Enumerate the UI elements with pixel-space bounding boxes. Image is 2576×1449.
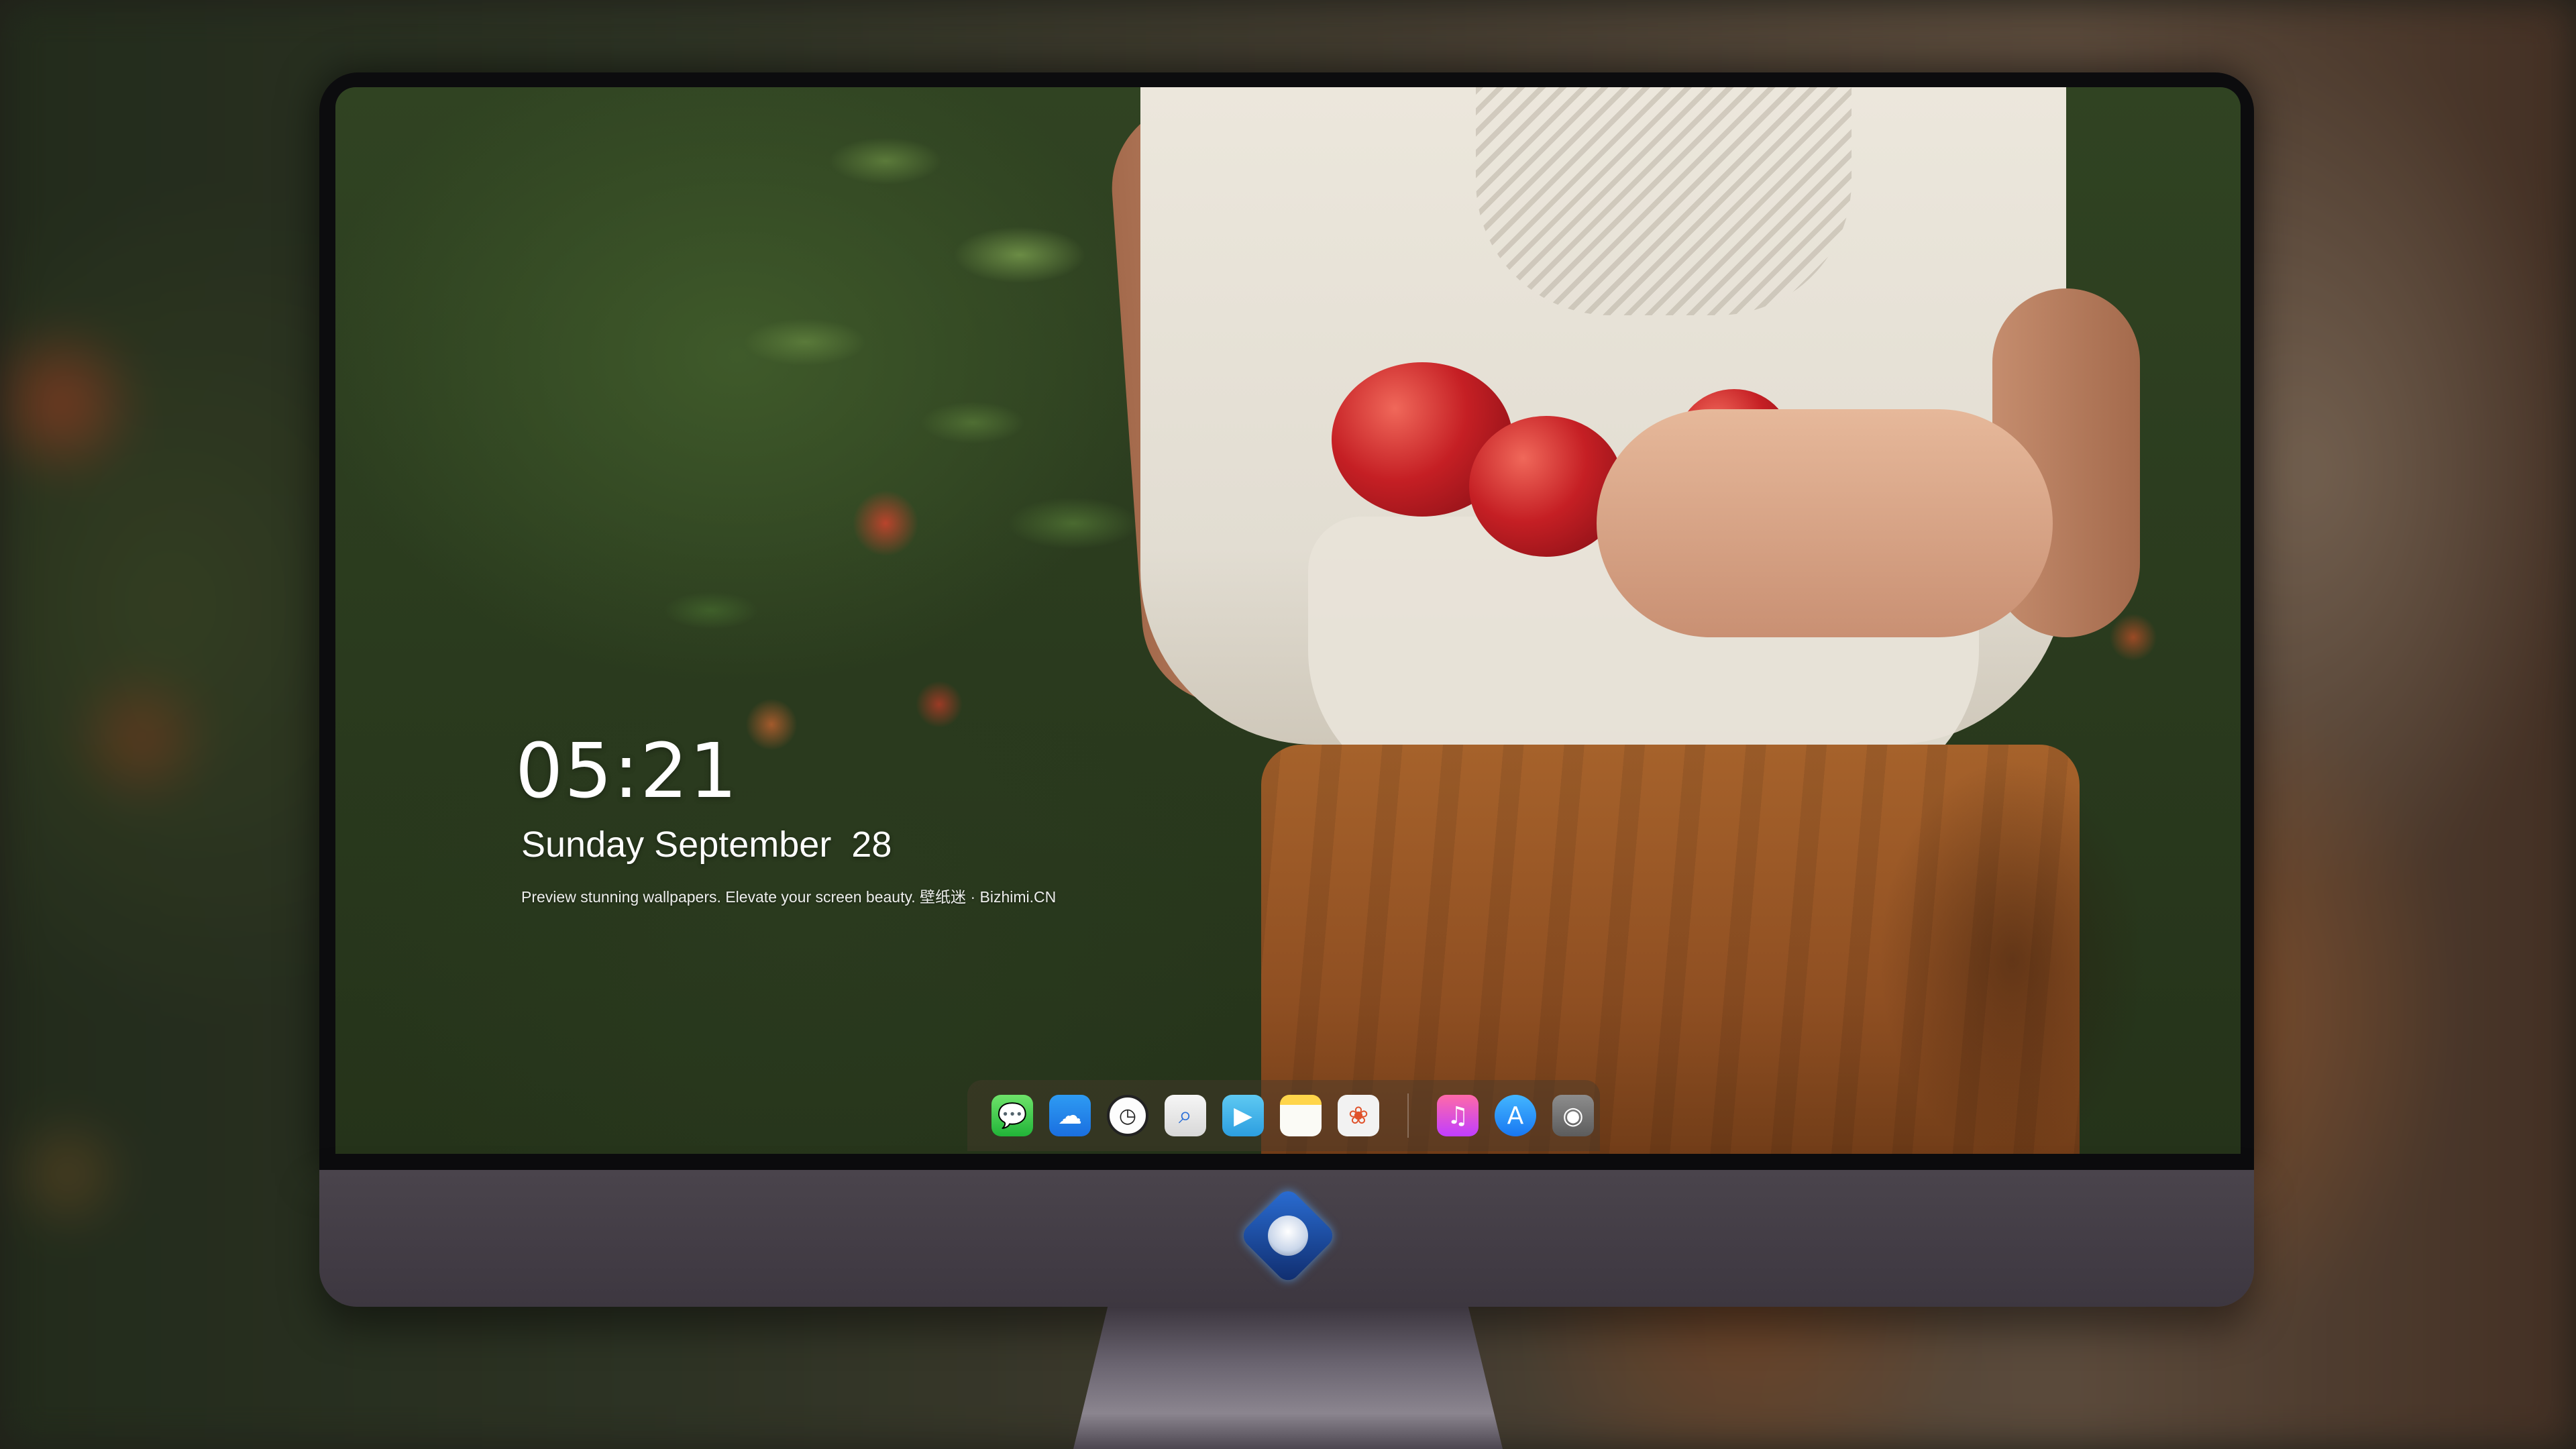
wallpaper-hands	[1597, 409, 2053, 637]
monitor-stand	[1073, 1307, 1503, 1449]
camera-icon[interactable]: ◉	[1552, 1095, 1594, 1136]
notes-icon[interactable]	[1280, 1095, 1322, 1136]
monitor-screen	[335, 87, 2241, 1154]
wallpaper-lace-detail	[1476, 87, 1851, 315]
preview-icon[interactable]: ⌕	[1165, 1095, 1206, 1136]
lock-screen-time: 05:21	[515, 728, 739, 815]
wallpaper-apple-tree	[335, 87, 1140, 1154]
dock: 💬 ☁ ◷ ⌕ ▶ ❀ ♫ A ◉	[967, 1080, 1600, 1151]
clock-icon[interactable]: ◷	[1107, 1095, 1148, 1136]
lock-screen-tagline: Preview stunning wallpapers. Elevate you…	[521, 888, 1057, 906]
weather-icon[interactable]: ☁	[1049, 1095, 1091, 1136]
music-icon[interactable]: ♫	[1437, 1095, 1479, 1136]
clips-icon[interactable]: ▶	[1222, 1095, 1264, 1136]
photos-icon[interactable]: ❀	[1338, 1095, 1379, 1136]
messages-icon[interactable]: 💬	[991, 1095, 1033, 1136]
dock-separator	[1407, 1093, 1409, 1138]
app-store-icon[interactable]: A	[1495, 1095, 1536, 1136]
logo-mascot	[1268, 1216, 1308, 1256]
lock-screen-date: Sunday September 28	[521, 824, 892, 865]
wallpaper-leaf-shadow	[1878, 758, 2147, 1154]
